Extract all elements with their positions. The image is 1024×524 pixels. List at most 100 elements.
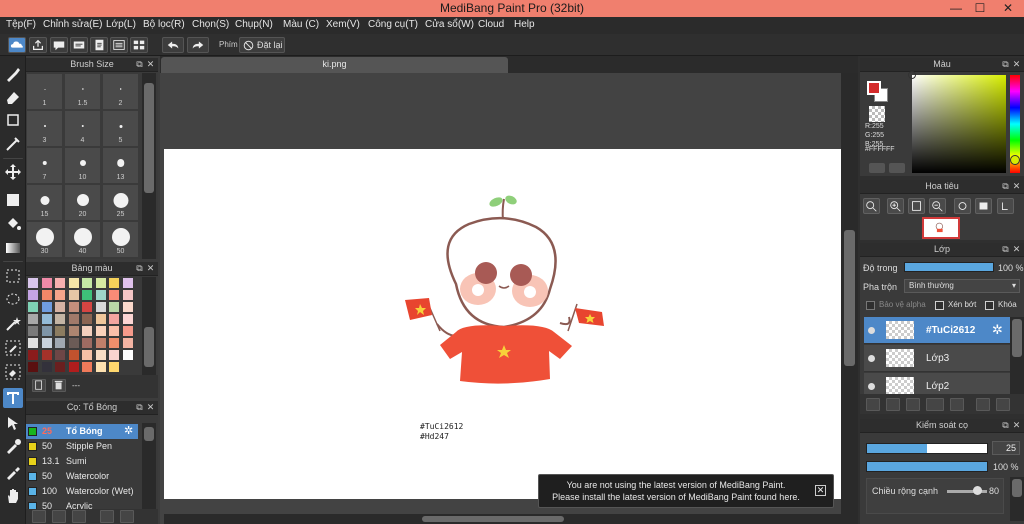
palette-swatch[interactable] [109, 290, 119, 300]
palette-swatch[interactable] [28, 302, 38, 312]
palette-swatch[interactable] [41, 338, 52, 348]
zoom-in-plus-icon[interactable] [887, 198, 904, 214]
palette-swatch[interactable] [68, 314, 79, 324]
palette-swatch[interactable] [109, 302, 119, 312]
brush-size-cell[interactable]: 5 [102, 110, 139, 147]
brush-opacity-slider[interactable] [866, 461, 988, 472]
palette-swatch[interactable] [82, 290, 92, 300]
menu-snap[interactable]: Chụp(N) [235, 19, 273, 30]
share-icon[interactable] [29, 37, 47, 53]
close-panel-icon[interactable]: ✕ [1012, 421, 1021, 430]
brush-list-item[interactable]: 25 Tổ Bóng ✲ [26, 424, 138, 439]
close-panel-icon[interactable]: ✕ [146, 264, 155, 273]
layer-row[interactable]: Lớp3 [864, 345, 1011, 372]
palette-swatch[interactable] [122, 362, 133, 372]
add-brush-icon[interactable] [32, 510, 46, 523]
brush-list-item[interactable]: 13.1 Sumi [26, 454, 138, 469]
zoom-out-icon[interactable] [929, 198, 946, 214]
brush-size-cell[interactable]: 25 [102, 184, 139, 221]
fit-screen-icon[interactable] [908, 198, 925, 214]
select-pen-icon[interactable] [3, 338, 23, 358]
new-halftone-layer-icon[interactable] [886, 398, 900, 411]
brush-size-cell[interactable]: 10 [64, 147, 101, 184]
palette-swatch[interactable] [109, 326, 119, 336]
palette-swatch[interactable] [28, 350, 38, 360]
palette-swatch[interactable] [55, 338, 65, 348]
grid-icon[interactable] [130, 37, 148, 53]
menu-filter[interactable]: Bộ lọc(R) [143, 19, 185, 30]
transparent-color-swatch[interactable] [869, 106, 885, 122]
undock-icon[interactable]: ⧉ [1001, 182, 1010, 191]
clipping-checkbox[interactable] [935, 301, 944, 310]
hue-cursor[interactable] [1010, 155, 1020, 165]
palette-swatch[interactable] [82, 338, 92, 348]
palette-swatch[interactable] [95, 326, 106, 336]
scroll-thumb[interactable] [1012, 319, 1022, 357]
palette-swatch[interactable] [95, 278, 106, 288]
scroll-thumb[interactable] [144, 427, 154, 441]
close-button[interactable]: ✕ [994, 0, 1022, 17]
brush-size-cell[interactable]: 4 [64, 110, 101, 147]
speech-bubble-icon[interactable] [70, 37, 88, 53]
protect-alpha-checkbox[interactable] [866, 301, 875, 310]
menu-color[interactable]: Màu (C) [283, 19, 319, 30]
brush-size-cell[interactable]: 3 [26, 110, 63, 147]
navigator-preview[interactable] [922, 217, 960, 239]
palette-swatch[interactable] [55, 350, 65, 360]
fill-bucket-icon[interactable] [3, 214, 23, 234]
layer-settings-gear-icon[interactable]: ✲ [992, 322, 1003, 338]
palette-swatch[interactable] [41, 290, 52, 300]
palette-swatch[interactable] [122, 326, 133, 336]
brush-size-cell[interactable]: 7 [26, 147, 63, 184]
layer-scrollbar[interactable] [1010, 317, 1024, 394]
flip-icon[interactable] [997, 198, 1014, 214]
merge-layer-icon[interactable] [976, 398, 990, 411]
scroll-thumb[interactable] [1012, 479, 1022, 497]
scroll-thumb[interactable] [844, 230, 855, 366]
brush-size-cell[interactable]: 30 [26, 221, 63, 258]
comment-icon[interactable] [50, 37, 68, 53]
edge-width-handle[interactable] [973, 486, 982, 495]
menu-layer[interactable]: Lớp(L) [106, 19, 136, 30]
hue-slider[interactable] [1010, 75, 1020, 173]
redo-button[interactable] [187, 37, 209, 53]
palette-swatch[interactable] [122, 314, 133, 324]
menu-tools[interactable]: Công cụ(T) [368, 19, 418, 30]
palette-swatch[interactable] [41, 314, 52, 324]
undock-icon[interactable]: ⧉ [135, 264, 144, 273]
brush-size-cell[interactable]: 2 [102, 73, 139, 110]
lasso-tool-icon[interactable] [3, 290, 23, 310]
palette-swatch[interactable] [68, 290, 79, 300]
brush-size-value[interactable]: 25 [992, 441, 1020, 455]
update-notification[interactable]: You are not using the latest version of … [538, 474, 834, 508]
layer-row[interactable]: #TuCi2612 ✲ [864, 317, 1011, 344]
layer-opacity-slider[interactable] [904, 262, 994, 272]
brush-tool-icon[interactable] [3, 64, 23, 84]
menu-window[interactable]: Cửa sổ(W) [425, 19, 474, 30]
correction-pen-icon[interactable] [3, 134, 23, 154]
palette-swatch[interactable] [95, 338, 106, 348]
primary-color-swatch[interactable] [867, 81, 881, 95]
gradient-tool-icon[interactable] [3, 238, 23, 258]
scroll-thumb[interactable] [144, 83, 154, 193]
notification-close-icon[interactable]: ✕ [815, 485, 826, 496]
palette-swatch[interactable] [95, 290, 106, 300]
folder-icon[interactable] [120, 510, 134, 523]
dot-tool-icon[interactable] [3, 110, 23, 130]
palette-swatch[interactable] [95, 302, 106, 312]
palette-swatch[interactable] [95, 314, 106, 324]
lock-checkbox[interactable] [985, 301, 994, 310]
canvas-horizontal-scrollbar[interactable] [164, 514, 841, 524]
brush-size-cell[interactable]: 20 [64, 184, 101, 221]
palette-swatch[interactable] [109, 314, 119, 324]
menu-help[interactable]: Help [514, 19, 535, 30]
palette-swatch[interactable] [55, 302, 65, 312]
maximize-button[interactable]: ☐ [966, 0, 994, 17]
palette-swatch[interactable] [68, 338, 79, 348]
select-eraser-icon[interactable] [3, 362, 23, 382]
saturation-value-picker[interactable] [908, 71, 1006, 173]
cloud-icon[interactable] [8, 37, 26, 53]
scroll-thumb[interactable] [144, 327, 154, 367]
palette-swatch[interactable] [82, 278, 92, 288]
menu-file[interactable]: Tệp(F) [6, 19, 36, 30]
